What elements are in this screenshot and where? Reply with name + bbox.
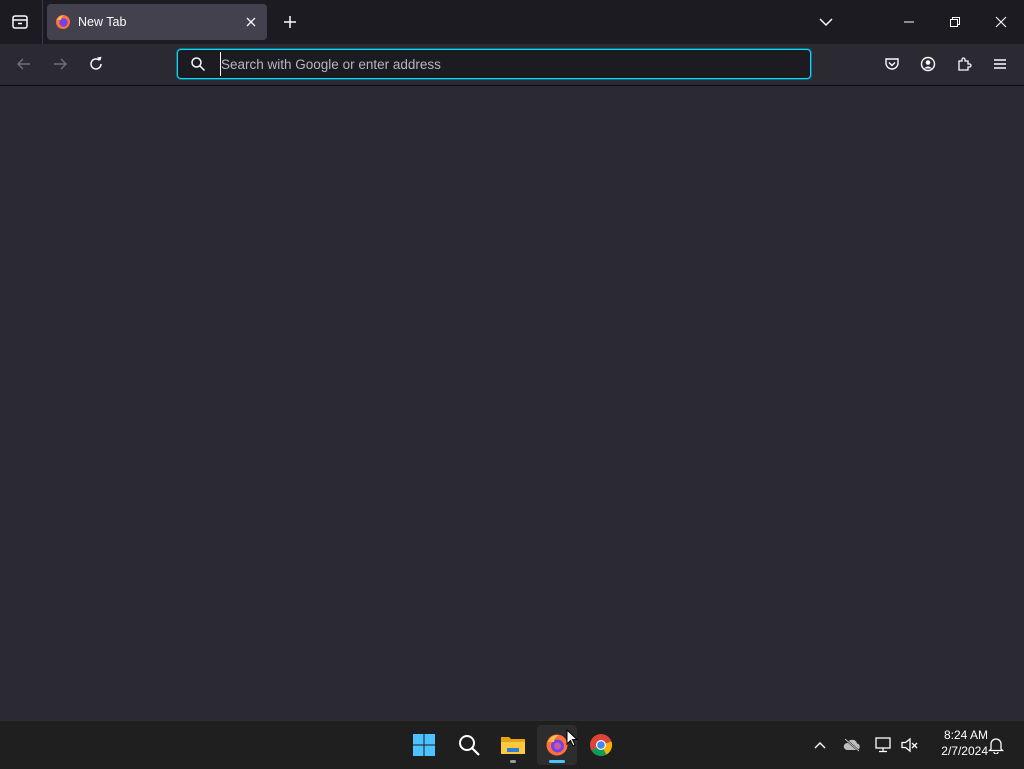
hamburger-icon (994, 59, 1006, 69)
arrow-right-icon (54, 58, 68, 70)
arrow-left-icon (16, 58, 30, 70)
speaker-muted-icon (901, 737, 918, 753)
forward-button[interactable] (44, 48, 76, 80)
back-button[interactable] (8, 48, 40, 80)
page-content (0, 86, 1024, 720)
new-tab-button[interactable] (276, 8, 304, 36)
navigation-toolbar (0, 44, 1024, 86)
reload-button[interactable] (80, 48, 112, 80)
windows-logo-icon (413, 734, 435, 756)
onedrive-status[interactable] (840, 733, 864, 757)
mouse-pointer-icon (566, 729, 578, 747)
firefox-view-icon (12, 15, 28, 29)
network-status[interactable] (872, 733, 896, 757)
address-input[interactable] (220, 52, 810, 76)
search-icon (459, 735, 480, 756)
tab-close-button[interactable] (239, 10, 263, 34)
volume-status[interactable] (898, 733, 922, 757)
taskbar-search-button[interactable] (449, 725, 489, 765)
close-icon (995, 16, 1007, 28)
account-icon (920, 56, 936, 72)
network-icon (875, 737, 891, 753)
chrome-icon (590, 734, 613, 756)
clock-date: 2/7/2024 (941, 744, 988, 758)
tab-new-tab[interactable]: New Tab (47, 4, 267, 40)
pocket-icon (885, 58, 899, 70)
start-button[interactable] (404, 725, 444, 765)
active-indicator (549, 760, 565, 763)
address-bar[interactable] (177, 49, 811, 79)
taskbar-clock[interactable]: 8:24 AM 2/7/2024 (926, 727, 988, 759)
folder-icon (501, 737, 525, 754)
clock-time: 8:24 AM (943, 728, 988, 742)
minimize-icon (904, 21, 914, 23)
tab-title: New Tab (78, 15, 127, 29)
taskbar-chrome[interactable] (581, 725, 621, 765)
tab-strip: New Tab (0, 0, 1024, 44)
minimize-button[interactable] (886, 0, 932, 44)
cloud-off-icon (843, 738, 860, 752)
plus-icon (284, 16, 296, 28)
restore-button[interactable] (932, 0, 978, 44)
tab-separator (42, 0, 43, 44)
firefox-view-button[interactable] (4, 6, 36, 38)
running-indicator (510, 760, 516, 763)
list-all-tabs-button[interactable] (812, 8, 840, 36)
chevron-up-icon (814, 742, 826, 749)
firefox-icon (56, 15, 70, 29)
restore-icon (950, 17, 960, 27)
taskbar-file-explorer[interactable] (493, 725, 533, 765)
bell-icon (988, 738, 1004, 754)
show-hidden-icons-button[interactable] (808, 733, 832, 757)
search-icon (191, 57, 206, 72)
close-icon (246, 17, 256, 27)
menu-button[interactable] (984, 48, 1016, 80)
extensions-button[interactable] (948, 48, 980, 80)
account-button[interactable] (912, 48, 944, 80)
pocket-button[interactable] (876, 48, 908, 80)
reload-icon (90, 56, 102, 70)
puzzle-icon (958, 57, 972, 71)
chevron-down-icon (819, 18, 833, 27)
close-window-button[interactable] (978, 0, 1024, 44)
taskbar (0, 720, 1024, 769)
